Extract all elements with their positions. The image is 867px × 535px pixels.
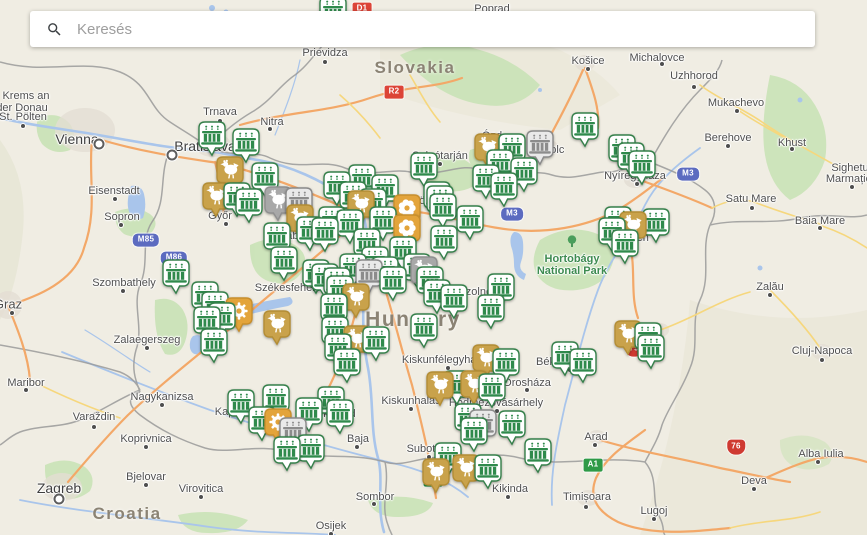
marker-poultry[interactable] bbox=[262, 310, 292, 346]
marker-farm[interactable] bbox=[636, 334, 666, 370]
marker-farm[interactable] bbox=[269, 246, 299, 282]
marker-farm[interactable] bbox=[459, 417, 489, 453]
search-bar[interactable] bbox=[30, 11, 815, 47]
marker-farm[interactable] bbox=[568, 348, 598, 384]
marker-farm[interactable] bbox=[234, 188, 264, 224]
marker-farm[interactable] bbox=[455, 205, 485, 241]
marker-farm[interactable] bbox=[378, 266, 408, 302]
search-icon bbox=[46, 21, 63, 38]
search-input[interactable] bbox=[75, 20, 815, 39]
marker-farm[interactable] bbox=[610, 229, 640, 265]
marker-poultry[interactable] bbox=[425, 371, 455, 407]
marker-farm[interactable] bbox=[272, 436, 302, 472]
marker-farm[interactable] bbox=[161, 259, 191, 295]
marker-farm[interactable] bbox=[409, 313, 439, 349]
marker-farm[interactable] bbox=[428, 193, 458, 229]
marker-farm[interactable] bbox=[439, 284, 469, 320]
marker-farm[interactable] bbox=[332, 348, 362, 384]
marker-farm[interactable] bbox=[310, 217, 340, 253]
marker-farm[interactable] bbox=[627, 150, 657, 186]
marker-farm[interactable] bbox=[523, 438, 553, 474]
marker-farm[interactable] bbox=[361, 326, 391, 362]
marker-farm[interactable] bbox=[325, 399, 355, 435]
marker-farm[interactable] bbox=[476, 294, 506, 330]
map-markers-layer bbox=[0, 0, 867, 535]
marker-farm[interactable] bbox=[473, 454, 503, 490]
map-canvas[interactable]: SlovakiaHungaryCroatiaViennaBratislavaZa… bbox=[0, 0, 867, 535]
marker-farm[interactable] bbox=[197, 121, 227, 157]
marker-farm[interactable] bbox=[489, 172, 519, 208]
marker-poultry[interactable] bbox=[421, 458, 451, 494]
marker-farm[interactable] bbox=[570, 112, 600, 148]
marker-farm[interactable] bbox=[199, 328, 229, 364]
